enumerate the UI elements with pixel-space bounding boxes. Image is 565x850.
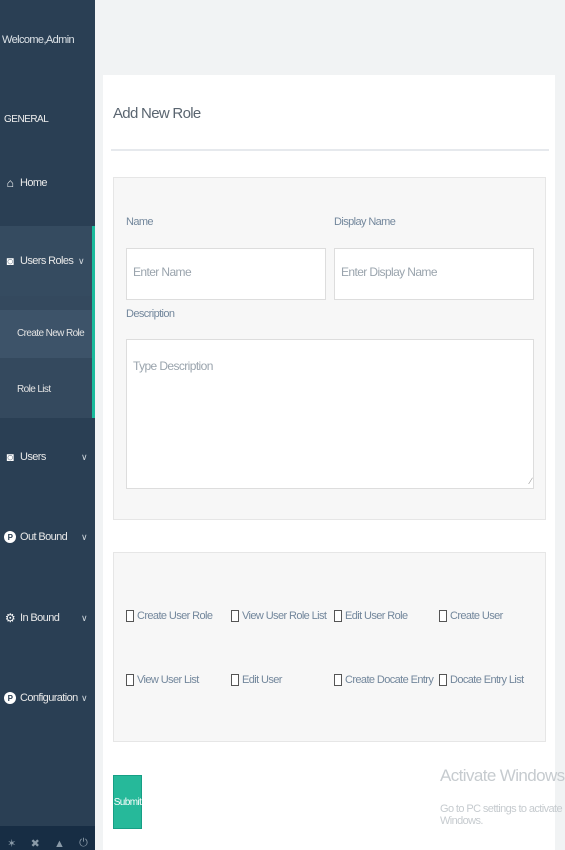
lock-icon[interactable]: ▲ bbox=[54, 838, 65, 850]
sidebar-item-label: Configuration bbox=[20, 692, 78, 704]
permission-checkbox[interactable]: Create User Role bbox=[126, 610, 213, 622]
p-circle-icon: P bbox=[4, 692, 16, 704]
chevron-down-icon: ∨ bbox=[81, 692, 88, 703]
checkbox-icon[interactable] bbox=[439, 610, 447, 622]
activate-windows-subtitle: Go to PC settings to activate Windows. bbox=[440, 803, 563, 827]
sidebar-item-label: Out Bound bbox=[20, 531, 68, 543]
divider bbox=[111, 149, 549, 151]
chevron-down-icon: ∨ bbox=[78, 255, 85, 266]
logout-icon[interactable]: ⏻ bbox=[79, 837, 88, 850]
description-placeholder: Type Description bbox=[133, 359, 213, 373]
sidebar-item-in-bound[interactable]: ⚙ In Bound ∨ bbox=[0, 598, 95, 638]
permission-checkbox[interactable]: Docate Entry List bbox=[439, 674, 524, 686]
sidebar-item-configuration[interactable]: P Configuration ∨ bbox=[0, 678, 95, 718]
permissions-box: Create User Role View User Role List Edi… bbox=[113, 552, 546, 742]
submenu-item-create-new-role[interactable]: Create New Role bbox=[17, 328, 85, 339]
page-title: Add New Role bbox=[113, 105, 201, 122]
permission-label: Create Docate Entry bbox=[345, 674, 434, 686]
checkbox-icon[interactable] bbox=[231, 674, 239, 686]
checkbox-icon[interactable] bbox=[439, 674, 447, 686]
welcome-text: Welcome,Admin bbox=[2, 34, 75, 46]
name-input[interactable]: Enter Name bbox=[126, 248, 326, 300]
display-name-label: Display Name bbox=[334, 216, 396, 228]
p-circle-icon: P bbox=[4, 531, 16, 543]
permission-label: Create User bbox=[450, 610, 503, 622]
gears-icon: ⚙ bbox=[4, 611, 16, 625]
checkbox-icon[interactable] bbox=[126, 674, 134, 686]
sidebar-item-label: Users bbox=[20, 451, 46, 463]
submenu-item-role-list[interactable]: Role List bbox=[17, 384, 51, 395]
permission-checkbox[interactable]: View User List bbox=[126, 674, 199, 686]
chevron-down-icon: ∨ bbox=[81, 451, 88, 462]
users-icon: ◙ bbox=[6, 254, 14, 268]
permission-checkbox[interactable]: Create Docate Entry bbox=[334, 674, 434, 686]
sidebar: Welcome,Admin GENERAL ⌂ Home ◙ Users Rol… bbox=[0, 0, 95, 850]
resize-handle-icon[interactable]: ∕ bbox=[530, 476, 531, 486]
permission-checkbox[interactable]: View User Role List bbox=[231, 610, 327, 622]
checkbox-icon[interactable] bbox=[231, 610, 239, 622]
permission-label: Edit User bbox=[242, 674, 282, 686]
sidebar-item-users-roles[interactable]: ◙ Users Roles ∨ bbox=[0, 226, 95, 296]
permission-checkbox[interactable]: Edit User bbox=[231, 674, 282, 686]
section-heading: GENERAL bbox=[4, 114, 49, 125]
sidebar-item-label: Users Roles bbox=[20, 255, 74, 267]
sidebar-item-label: Home bbox=[20, 177, 48, 189]
checkbox-icon[interactable] bbox=[334, 674, 342, 686]
description-textarea[interactable]: Type Description ∕ bbox=[126, 339, 534, 489]
settings-icon[interactable]: ✶ bbox=[7, 837, 16, 850]
sidebar-item-home[interactable]: ⌂ Home bbox=[0, 163, 95, 203]
permission-checkbox[interactable]: Edit User Role bbox=[334, 610, 408, 622]
display-name-input[interactable]: Enter Display Name bbox=[334, 248, 534, 300]
users-icon: ◙ bbox=[6, 450, 14, 464]
sidebar-item-users[interactable]: ◙ Users ∨ bbox=[0, 437, 95, 477]
role-details-box: Name Display Name Enter Name Enter Displ… bbox=[113, 177, 546, 520]
activate-windows-title: Activate Windows bbox=[440, 766, 565, 785]
checkbox-icon[interactable] bbox=[334, 610, 342, 622]
permission-label: Create User Role bbox=[137, 610, 213, 622]
chevron-down-icon: ∨ bbox=[81, 612, 88, 623]
permission-label: Docate Entry List bbox=[450, 674, 524, 686]
fullscreen-icon[interactable]: ✖ bbox=[31, 837, 40, 850]
main-panel: Add New Role Name Display Name Enter Nam… bbox=[103, 75, 555, 850]
sidebar-footer: ✶ ✖ ▲ ⏻ bbox=[0, 826, 95, 850]
permission-label: Edit User Role bbox=[345, 610, 408, 622]
home-icon: ⌂ bbox=[6, 176, 14, 190]
permission-checkbox[interactable]: Create User bbox=[439, 610, 503, 622]
checkbox-icon[interactable] bbox=[126, 610, 134, 622]
permission-label: View User Role List bbox=[242, 610, 327, 622]
permission-label: View User List bbox=[137, 674, 199, 686]
name-label: Name bbox=[126, 216, 154, 228]
submit-button[interactable]: Submit bbox=[113, 775, 142, 829]
description-label: Description bbox=[126, 308, 175, 320]
chevron-down-icon: ∨ bbox=[81, 531, 88, 542]
sidebar-item-out-bound[interactable]: P Out Bound ∨ bbox=[0, 517, 95, 557]
sidebar-item-label: In Bound bbox=[20, 612, 60, 624]
